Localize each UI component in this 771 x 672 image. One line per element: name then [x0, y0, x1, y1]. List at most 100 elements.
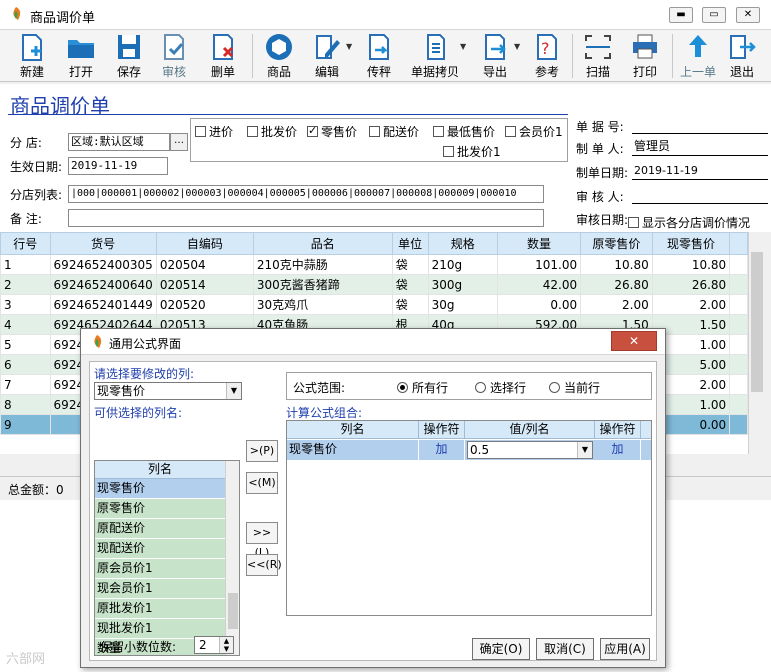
table-row[interactable]: 2 6924652400640 020514 300克酱香猪蹄袋 300g 42.00 26… — [0, 274, 748, 295]
branch-browse-button[interactable]: … — [170, 133, 188, 151]
table-row[interactable]: 3 6924652401449 020520 30克鸡爪袋 30g 0.00 2.00 2.0… — [0, 294, 748, 315]
list-scrollbar[interactable] — [225, 461, 239, 655]
list-item[interactable]: 原配送价 — [95, 519, 225, 539]
chevron-down-icon[interactable]: ▼ — [577, 442, 592, 458]
remove-column-button[interactable]: <(M) — [246, 472, 278, 494]
table-cell[interactable]: 1 — [0, 254, 51, 275]
add-column-button[interactable]: >(P) — [246, 440, 278, 462]
branch-field[interactable]: 区域:默认区域 — [68, 133, 170, 151]
copy-doc-button[interactable]: 单据拷贝 ▼ — [406, 30, 466, 82]
scope-all-rows-radio[interactable]: 所有行 — [397, 379, 448, 396]
close-button[interactable]: ✕ — [736, 7, 760, 23]
exit-button[interactable]: 退出 — [722, 30, 762, 82]
maximize-button[interactable]: ▭ — [702, 7, 726, 23]
col-header[interactable]: 单位 — [391, 232, 429, 255]
table-cell[interactable]: 300克酱香猪蹄 — [252, 274, 393, 295]
export-dropdown-icon[interactable]: ▼ — [514, 42, 520, 51]
table-cell[interactable]: 020520 — [155, 294, 254, 315]
table-cell[interactable]: 10.80 — [580, 254, 653, 275]
table-cell[interactable]: 30克鸡爪 — [252, 294, 393, 315]
add-all-columns-button[interactable]: >>(L) — [246, 522, 278, 559]
scope-current-row-radio[interactable]: 当前行 — [549, 379, 600, 396]
grid-scroll-thumb[interactable] — [751, 252, 763, 392]
new-button[interactable]: 新建 — [6, 30, 58, 82]
table-cell[interactable]: 4 — [0, 314, 51, 335]
list-item[interactable]: 现会员价1 — [95, 579, 225, 599]
table-cell[interactable]: 0.00 — [496, 294, 582, 315]
delete-button[interactable]: 删单 — [198, 30, 248, 82]
spin-up-icon[interactable]: ▲ — [219, 637, 233, 645]
col-header[interactable]: 行号 — [0, 232, 51, 255]
table-cell[interactable]: 袋 — [391, 294, 429, 315]
export-button[interactable]: 导出 ▼ — [472, 30, 520, 82]
check-wholesale-price[interactable]: 批发价 — [247, 123, 297, 140]
table-cell[interactable]: 3 — [0, 294, 51, 315]
table-cell[interactable]: 210克中蒜肠 — [252, 254, 393, 275]
reference-button[interactable]: ? 参考 — [524, 30, 570, 82]
formula-operator-cell[interactable]: 加 — [419, 440, 465, 460]
list-item[interactable]: 现零售价 — [95, 479, 225, 499]
spin-down-icon[interactable]: ▼ — [219, 645, 233, 653]
table-cell[interactable]: 6924652400640 — [49, 274, 157, 295]
table-cell[interactable]: 2.00 — [580, 294, 653, 315]
scan-button[interactable]: 扫描 — [576, 30, 620, 82]
table-cell[interactable]: 7 — [0, 374, 51, 395]
list-item[interactable]: 原零售价 — [95, 499, 225, 519]
check-purchase-price[interactable]: 进价 — [195, 123, 233, 140]
table-cell[interactable]: 9 — [0, 414, 51, 435]
open-button[interactable]: 打开 — [56, 30, 106, 82]
list-scroll-thumb[interactable] — [228, 593, 238, 629]
audit-button[interactable]: 审核 — [150, 30, 198, 82]
edit-dropdown-icon[interactable]: ▼ — [346, 42, 352, 51]
table-cell[interactable]: 210g — [427, 254, 498, 275]
save-button[interactable]: 保存 — [104, 30, 154, 82]
prev-button[interactable]: 上一单 — [676, 30, 720, 82]
col-header[interactable]: 原零售价 — [580, 232, 653, 255]
table-cell[interactable]: 30g — [427, 294, 498, 315]
table-cell[interactable]: 42.00 — [496, 274, 582, 295]
minimize-button[interactable]: ▬ — [669, 7, 693, 23]
table-cell[interactable]: 8 — [0, 394, 51, 415]
col-header[interactable]: 品名 — [252, 232, 393, 255]
table-cell[interactable]: 020504 — [155, 254, 254, 275]
table-cell[interactable]: 26.80 — [651, 274, 731, 295]
decimals-spinner[interactable]: 2 ▲ ▼ — [194, 636, 234, 654]
check-member-price1[interactable]: 会员价1 — [505, 123, 563, 140]
copy-dropdown-icon[interactable]: ▼ — [460, 42, 466, 51]
col-header[interactable]: 规格 — [427, 232, 498, 255]
formula-row[interactable]: 现零售价 加 0.5 ▼ 加 — [287, 440, 651, 460]
col-header[interactable]: 货号 — [49, 232, 157, 255]
product-button[interactable]: 商品 — [256, 30, 302, 82]
check-delivery-price[interactable]: 配送价 — [369, 123, 419, 140]
table-row[interactable]: 1 6924652400305 020504 210克中蒜肠袋 210g 101.00 10… — [0, 254, 748, 275]
remark-field[interactable] — [68, 209, 544, 227]
list-item[interactable]: 现配送价 — [95, 539, 225, 559]
scope-selected-rows-radio[interactable]: 选择行 — [475, 379, 526, 396]
print-button[interactable]: 打印 — [622, 30, 668, 82]
formula-value-combo[interactable]: 0.5 ▼ — [467, 441, 593, 459]
chevron-down-icon[interactable]: ▼ — [226, 383, 241, 399]
list-item[interactable]: 原批发价1 — [95, 599, 225, 619]
formula-column-cell[interactable]: 现零售价 — [289, 440, 419, 460]
formula-operator2-cell[interactable]: 加 — [595, 440, 641, 460]
check-wholesale-price1[interactable]: 批发价1 — [443, 143, 501, 160]
cancel-button[interactable]: 取消(C) — [536, 638, 594, 660]
col-header[interactable]: 数量 — [496, 232, 582, 255]
table-cell[interactable]: 300g — [427, 274, 498, 295]
table-cell[interactable]: 2 — [0, 274, 51, 295]
show-branch-checkbox[interactable]: 显示各分店调价情况 — [628, 214, 750, 231]
table-cell[interactable]: 101.00 — [496, 254, 582, 275]
apply-button[interactable]: 应用(A) — [600, 638, 650, 660]
edit-button[interactable]: 编辑 ▼ — [304, 30, 352, 82]
table-cell[interactable]: 2.00 — [651, 294, 731, 315]
effective-date-field[interactable]: 2019-11-19 — [68, 157, 168, 175]
table-cell[interactable]: 袋 — [391, 254, 429, 275]
table-cell[interactable]: 袋 — [391, 274, 429, 295]
table-cell[interactable]: 26.80 — [580, 274, 653, 295]
table-cell[interactable]: 6 — [0, 354, 51, 375]
check-min-price[interactable]: 最低售价 — [433, 123, 495, 140]
table-cell[interactable]: 6924652400305 — [49, 254, 157, 275]
transfer-button[interactable]: 传秤 — [356, 30, 402, 82]
remove-all-columns-button[interactable]: <<(R) — [246, 554, 282, 576]
col-header[interactable]: 自编码 — [155, 232, 254, 255]
